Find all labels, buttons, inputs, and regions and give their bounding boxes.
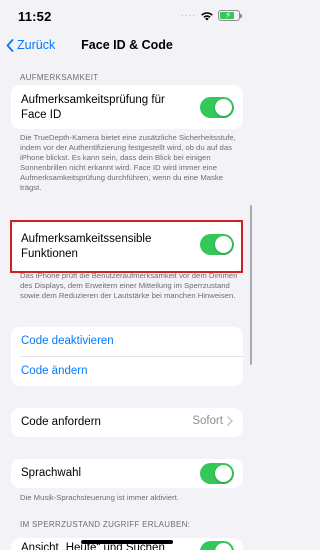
chevron-right-icon — [227, 416, 233, 426]
navigation-bar: Face ID & Code Zurück — [0, 30, 254, 62]
attention-aware-row: Aufmerksamkeitssensible Funktionen — [11, 222, 243, 271]
attention-aware-group: Aufmerksamkeitssensible Funktionen — [11, 222, 243, 271]
scrollbar[interactable] — [249, 205, 252, 365]
attention-check-label: Aufmerksamkeitsprüfung für Face ID — [21, 94, 165, 121]
attention-aware-toggle[interactable] — [200, 234, 234, 255]
require-passcode-label: Code anfordern — [21, 416, 101, 428]
status-time: 11:52 — [18, 9, 52, 24]
require-passcode-value-label: Sofort — [192, 415, 223, 427]
home-indicator[interactable] — [81, 540, 173, 544]
require-passcode-row[interactable]: Code anfordern Sofort — [11, 408, 243, 437]
cellular-signal-icon: .... — [180, 8, 196, 19]
back-button[interactable]: Zurück — [6, 38, 55, 52]
wifi-icon — [200, 11, 214, 21]
section-header-lock-screen: IM SPERRZUSTAND ZUGRIFF ERLAUBEN: — [20, 520, 191, 529]
charging-bolt-icon: ⚡ — [225, 10, 232, 20]
section-header-attention: AUFMERKSAMKEIT — [20, 73, 99, 82]
change-passcode-row[interactable]: Code ändern — [11, 357, 243, 386]
status-icons: .... ⚡ — [180, 8, 242, 21]
attention-check-group: Aufmerksamkeitsprüfung für Face ID — [11, 85, 243, 129]
attention-check-footnote: Die TrueDepth-Kamera bietet eine zusätzl… — [20, 133, 236, 192]
chevron-left-icon — [6, 38, 14, 52]
voice-dial-label: Sprachwahl — [21, 467, 82, 479]
require-passcode-group: Code anfordern Sofort — [11, 408, 243, 437]
attention-check-toggle[interactable] — [200, 97, 234, 118]
voice-dial-footnote: Die Musik-Sprachsteuerung ist immer akti… — [20, 493, 179, 502]
attention-check-row: Aufmerksamkeitsprüfung für Face ID — [11, 85, 243, 129]
attention-aware-label: Aufmerksamkeitssensible Funktionen — [21, 233, 152, 260]
status-bar: 11:52 .... ⚡ — [0, 0, 254, 30]
passcode-group: Code deaktivieren Code ändern — [11, 327, 243, 386]
change-passcode-button[interactable]: Code ändern — [21, 364, 88, 379]
turn-off-passcode-button[interactable]: Code deaktivieren — [21, 334, 114, 349]
require-passcode-value: Sofort — [192, 415, 233, 427]
attention-aware-footnote: Das iPhone prüft die Benutzeraufmerksamk… — [20, 271, 238, 300]
turn-off-passcode-row[interactable]: Code deaktivieren — [11, 327, 243, 356]
battery-charging-icon: ⚡ — [218, 10, 242, 21]
voice-dial-toggle[interactable] — [200, 463, 234, 484]
today-view-toggle[interactable] — [200, 541, 234, 550]
back-button-label: Zurück — [17, 38, 56, 52]
voice-dial-row: Sprachwahl — [11, 459, 243, 488]
voice-dial-group: Sprachwahl — [11, 459, 243, 488]
